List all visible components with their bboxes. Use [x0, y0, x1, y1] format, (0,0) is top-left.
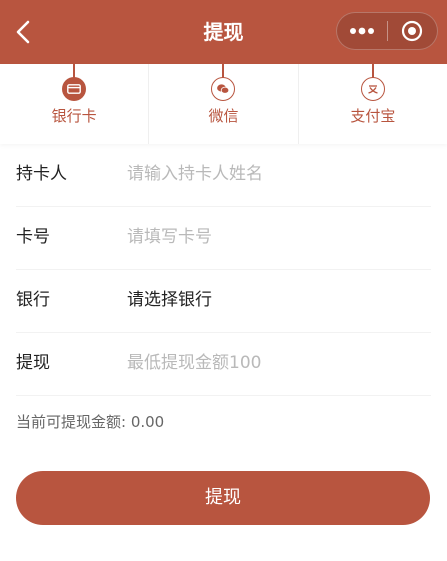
bank-label: 银行: [16, 290, 50, 310]
available-balance: 当前可提现金额: 0.00: [16, 413, 165, 431]
tab-label: 支付宝: [350, 107, 396, 125]
card-number-label: 卡号: [16, 227, 50, 247]
chevron-left-icon: [16, 20, 30, 44]
tab-stem: [73, 64, 76, 78]
tab-bank-card[interactable]: 银行卡: [0, 64, 150, 144]
wechat-icon: [211, 77, 236, 101]
mini-program-capsule: [336, 12, 438, 50]
amount-row: 提现 最低提现金额100: [16, 333, 431, 396]
amount-label: 提现: [16, 353, 50, 373]
card-number-input[interactable]: 请填写卡号: [127, 207, 212, 267]
bank-card-icon: [62, 77, 87, 101]
holder-row: 持卡人 请输入持卡人姓名: [16, 144, 431, 207]
more-dots-icon: [349, 27, 374, 35]
close-mini-program-button[interactable]: [387, 13, 437, 49]
bank-row: 银行 请选择银行: [16, 270, 431, 333]
alipay-icon: [360, 77, 385, 101]
more-button[interactable]: [337, 13, 387, 49]
payment-method-tabs: 银行卡 微信 支付宝: [0, 64, 447, 144]
nav-bar: 提现: [0, 0, 447, 64]
tab-alipay[interactable]: 支付宝: [299, 64, 447, 144]
bank-select[interactable]: 请选择银行: [127, 270, 212, 330]
tab-wechat[interactable]: 微信: [149, 64, 299, 144]
tab-label: 银行卡: [51, 107, 97, 125]
target-circle-icon: [402, 20, 423, 42]
holder-input[interactable]: 请输入持卡人姓名: [127, 144, 263, 204]
withdraw-form: 持卡人 请输入持卡人姓名 卡号 请填写卡号 银行 请选择银行 提现 最低提现金额…: [0, 144, 447, 396]
tab-stem: [371, 64, 374, 78]
card-number-row: 卡号 请填写卡号: [16, 207, 431, 270]
amount-input[interactable]: 最低提现金额100: [127, 333, 261, 393]
tab-stem: [222, 64, 225, 78]
back-button[interactable]: [8, 14, 38, 50]
tab-label: 微信: [208, 107, 239, 125]
withdraw-button[interactable]: 提现: [16, 471, 430, 525]
holder-label: 持卡人: [16, 164, 67, 184]
